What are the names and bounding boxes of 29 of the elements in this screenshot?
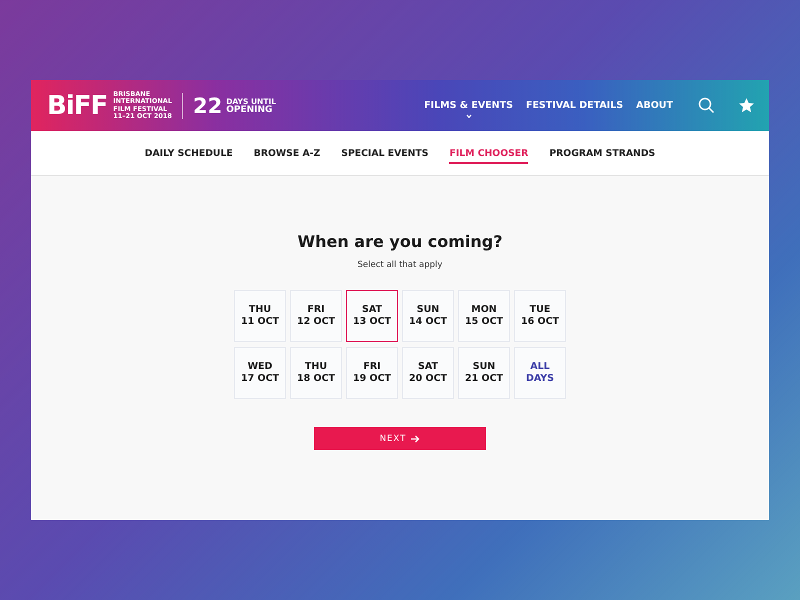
nav-link[interactable]: FILMS & EVENTS [424, 100, 513, 111]
day-option[interactable]: SUN 21 OCT [458, 347, 510, 399]
subnav-tab[interactable]: BROWSE A-Z [254, 144, 320, 164]
chooser-title: When are you coming? [297, 232, 503, 251]
all-days-option[interactable]: ALL DAYS [514, 347, 566, 399]
star-icon[interactable] [738, 97, 755, 114]
day-option[interactable]: SUN 14 OCT [402, 290, 454, 342]
day-option[interactable]: FRI 12 OCT [290, 290, 342, 342]
arrow-icon [411, 434, 420, 442]
subnav-tab[interactable]: FILM CHOOSER [449, 144, 528, 164]
day-option[interactable]: THU 11 OCT [234, 290, 286, 342]
day-option[interactable]: WED 17 OCT [234, 347, 286, 399]
day-option[interactable]: TUE 16 OCT [514, 290, 566, 342]
nav-link[interactable]: FESTIVAL DETAILS [526, 100, 624, 111]
countdown-number: 22 [192, 94, 222, 118]
subnav-tab[interactable]: PROGRAM STRANDS [549, 144, 656, 164]
day-option[interactable]: FRI 19 OCT [346, 347, 398, 399]
day-option[interactable]: SAT 13 OCT [346, 290, 398, 342]
chooser-subtitle: Select all that apply [358, 260, 442, 270]
day-option[interactable]: THU 18 OCT [290, 347, 342, 399]
next-button[interactable]: NEXT [314, 427, 486, 450]
subnav-tab[interactable]: SPECIAL EVENTS [341, 144, 428, 164]
nav-link[interactable]: ABOUT [636, 100, 673, 111]
subnav-tab[interactable]: DAILY SCHEDULE [144, 144, 233, 164]
search-icon[interactable] [698, 97, 715, 114]
festival-logo[interactable]: BiFF [47, 92, 108, 118]
countdown-label: OPENING [226, 106, 274, 114]
day-option[interactable]: MON 15 OCT [458, 290, 510, 342]
day-option[interactable]: SAT 20 OCT [402, 347, 454, 399]
